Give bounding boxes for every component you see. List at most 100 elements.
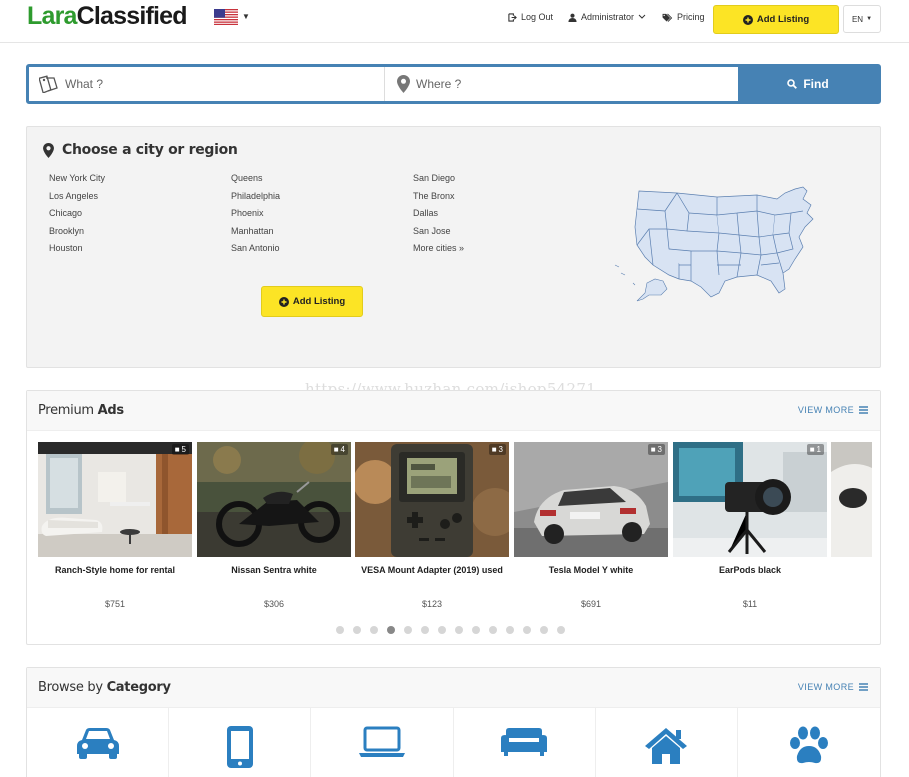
us-map[interactable] (607, 185, 827, 305)
what-field[interactable] (29, 67, 385, 101)
ad-title[interactable]: Nissan Sentra white (197, 565, 351, 575)
city-link[interactable]: Queens (231, 173, 263, 183)
category-pets[interactable] (738, 708, 880, 777)
carousel-dot[interactable] (336, 626, 344, 634)
house-photo[interactable]: ■ 5 (38, 442, 192, 557)
find-button[interactable]: Find (738, 67, 878, 101)
carousel-dot[interactable] (557, 626, 565, 634)
motorcycle-photo[interactable]: ■ 4 (197, 442, 351, 557)
map-marker-icon (397, 75, 410, 93)
carousel-dot[interactable] (387, 626, 395, 634)
photo-count: 4 (340, 445, 345, 454)
city-link[interactable]: San Diego (413, 173, 455, 183)
car-icon (76, 728, 119, 759)
gameboy-photo[interactable]: ■ 3 (355, 442, 509, 557)
car-photo[interactable]: ■ 3 (514, 442, 668, 557)
logout-label: Log Out (521, 12, 554, 22)
camera-photo[interactable]: ■ 1 (673, 442, 827, 557)
tags-icon (662, 13, 673, 22)
photo-count-badge: ■ 4 (330, 444, 348, 455)
pricing-link[interactable]: Pricing (662, 12, 705, 22)
pricing-label: Pricing (677, 12, 705, 22)
title-bold: Category (106, 680, 171, 695)
city-link[interactable]: Philadelphia (231, 191, 280, 201)
locations-title-text: Choose a city or region (62, 142, 238, 158)
view-more-link[interactable]: VIEW MORE (798, 682, 868, 692)
camera-icon: ■ (809, 445, 815, 454)
logout-link[interactable]: Log Out (508, 12, 553, 22)
home-icon (645, 728, 688, 764)
city-link[interactable]: New York City (49, 173, 105, 183)
city-link[interactable]: San Jose (413, 226, 451, 236)
view-more-link[interactable]: VIEW MORE (798, 405, 868, 415)
list-icon (859, 406, 868, 414)
ad-title[interactable]: Tesla Model Y white (514, 565, 668, 575)
category-furniture[interactable] (454, 708, 596, 777)
carousel-dot[interactable] (472, 626, 480, 634)
category-grid (27, 708, 880, 777)
categories-panel: Browse by Category VIEW MORE (26, 667, 881, 777)
us-flag-icon[interactable] (214, 9, 238, 25)
city-link[interactable]: Phoenix (231, 208, 264, 218)
category-real-estate[interactable] (596, 708, 738, 777)
user-menu[interactable]: Administrator (568, 12, 646, 22)
category-phones[interactable] (169, 708, 312, 777)
mobile-phone-icon (226, 726, 253, 768)
carousel-dot[interactable] (455, 626, 463, 634)
city-link[interactable]: Chicago (49, 208, 82, 218)
carousel-dot[interactable] (353, 626, 361, 634)
where-input[interactable] (416, 77, 696, 91)
carousel-dot[interactable] (489, 626, 497, 634)
carousel-dot[interactable] (370, 626, 378, 634)
carousel-dot[interactable] (438, 626, 446, 634)
caret-down-icon: ▼ (866, 16, 873, 22)
title-bold: Ads (97, 403, 125, 418)
logo[interactable]: LaraClassified (27, 2, 188, 31)
language-dropdown[interactable]: EN ▼ (843, 5, 881, 33)
carousel-dot[interactable] (421, 626, 429, 634)
what-input[interactable] (65, 77, 345, 91)
partial-photo[interactable] (831, 442, 872, 557)
ad-card-partial[interactable] (831, 442, 872, 557)
where-field[interactable] (385, 67, 738, 101)
laptop-icon (358, 726, 405, 757)
sofa-icon (501, 728, 548, 756)
find-label: Find (803, 77, 829, 91)
more-cities-link[interactable]: More cities » (413, 243, 464, 253)
ad-title[interactable]: VESA Mount Adapter (2019) used (355, 565, 509, 575)
logo-part-classified: Classified (76, 2, 188, 30)
ad-card[interactable]: ■ 4 Nissan Sentra white $306 (197, 442, 351, 609)
city-link[interactable]: San Antonio (231, 243, 280, 253)
ad-card[interactable]: ■ 1 EarPods black $11 (673, 442, 827, 609)
chevron-down-icon[interactable]: ▼ (242, 12, 250, 21)
city-link[interactable]: The Bronx (413, 191, 455, 201)
carousel-dot[interactable] (506, 626, 514, 634)
view-more-label: VIEW MORE (797, 405, 854, 415)
city-link[interactable]: Houston (49, 243, 83, 253)
ad-title[interactable]: Ranch-Style home for rental (38, 565, 192, 575)
category-computers[interactable] (311, 708, 454, 777)
add-listing-button[interactable]: Add Listing (713, 5, 839, 34)
ad-card[interactable]: ■ 5 Ranch-Style home for rental $751 (38, 442, 192, 609)
add-listing-button[interactable]: Add Listing (261, 286, 363, 317)
carousel-dot[interactable] (540, 626, 548, 634)
carousel-dot[interactable] (404, 626, 412, 634)
chevron-down-icon (638, 14, 646, 19)
ads-carousel[interactable]: ■ 5 Ranch-Style home for rental $751 ■ 4… (38, 442, 872, 612)
city-link[interactable]: Dallas (413, 208, 438, 218)
city-link[interactable]: Manhattan (231, 226, 274, 236)
language-label: EN (851, 14, 864, 24)
tags-icon (39, 75, 58, 93)
ad-card[interactable]: ■ 3 VESA Mount Adapter (2019) used $123 (355, 442, 509, 609)
ad-card[interactable]: ■ 3 Tesla Model Y white $691 (514, 442, 668, 609)
city-link[interactable]: Los Angeles (49, 191, 98, 201)
photo-count-badge: ■ 5 (171, 444, 189, 455)
ad-title[interactable]: EarPods black (673, 565, 827, 575)
paw-icon (789, 726, 828, 764)
title-light: Browse by (38, 680, 103, 695)
city-link[interactable]: Brooklyn (49, 226, 84, 236)
category-automobiles[interactable] (27, 708, 170, 777)
photo-count: 3 (498, 445, 503, 454)
ad-price: $751 (104, 599, 126, 609)
carousel-dot[interactable] (523, 626, 531, 634)
